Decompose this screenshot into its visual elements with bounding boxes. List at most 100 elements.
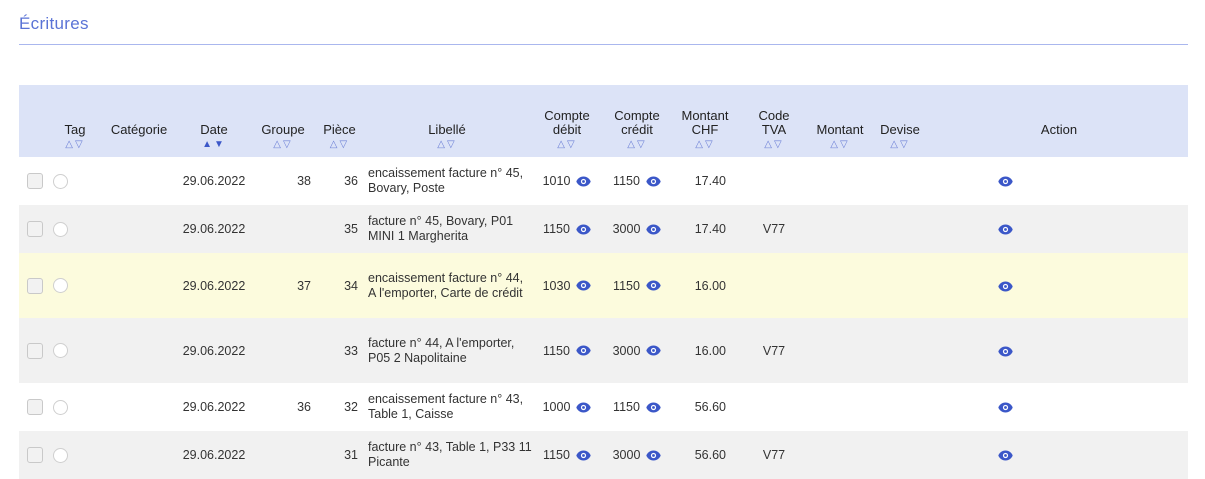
montant-chf-cell: 16.00	[672, 253, 738, 318]
header-piece[interactable]: Pièce △▽	[317, 85, 362, 157]
row-checkbox[interactable]	[27, 399, 43, 415]
montant-cell	[810, 205, 870, 253]
sort-arrows-icon[interactable]: △▽	[51, 140, 99, 150]
header-montant-chf[interactable]: Montant CHF △▽	[672, 85, 738, 157]
row-checkbox[interactable]	[27, 277, 43, 294]
date-cell: 29.06.2022	[179, 253, 249, 318]
categorie-cell	[99, 383, 179, 431]
view-credit-eye-icon[interactable]	[646, 176, 661, 187]
tag-radio[interactable]	[53, 399, 68, 415]
credit-account: 3000	[612, 343, 641, 358]
table-row[interactable]: 29.06.2022 36 32 encaissement facture n°…	[19, 383, 1188, 431]
view-credit-eye-icon[interactable]	[646, 280, 661, 291]
row-checkbox[interactable]	[27, 173, 43, 189]
libelle-cell: facture n° 43, Table 1, P33 11 Picante	[362, 431, 532, 479]
categorie-cell	[99, 205, 179, 253]
header-devise[interactable]: Devise △▽	[870, 85, 930, 157]
devise-cell	[870, 318, 930, 383]
title-divider	[19, 44, 1188, 45]
sort-arrows-icon[interactable]: ▲▼	[179, 140, 249, 150]
view-entry-eye-icon[interactable]	[998, 450, 1013, 461]
debit-account: 1030	[542, 278, 571, 293]
groupe-cell	[249, 431, 317, 479]
header-select	[19, 85, 51, 157]
debit-account: 1010	[542, 174, 571, 188]
view-entry-eye-icon[interactable]	[998, 224, 1013, 235]
header-code-tva[interactable]: Code TVA △▽	[738, 85, 810, 157]
tag-radio[interactable]	[53, 221, 68, 237]
libelle-cell: encaissement facture n° 45, Bovary, Post…	[368, 166, 524, 195]
sort-arrows-icon[interactable]: △▽	[870, 140, 930, 150]
table-row[interactable]: 29.06.2022 31 facture n° 43, Table 1, P3…	[19, 431, 1188, 479]
view-credit-eye-icon[interactable]	[646, 345, 662, 356]
libelle-cell: encaissement facture n° 44, A l'emporter…	[362, 253, 532, 318]
code-tva-cell	[738, 253, 810, 318]
row-checkbox[interactable]	[27, 447, 43, 463]
header-libelle[interactable]: Libellé △▽	[362, 85, 532, 157]
tag-radio[interactable]	[53, 343, 68, 359]
table-row[interactable]: 29.06.2022 37 34 encaissement facture n°…	[19, 253, 1188, 318]
view-debit-eye-icon[interactable]	[576, 280, 592, 291]
header-date[interactable]: Date ▲▼	[179, 85, 249, 157]
view-debit-eye-icon[interactable]	[576, 176, 592, 187]
code-tva-cell	[738, 383, 810, 431]
view-entry-eye-icon[interactable]	[998, 346, 1013, 357]
view-credit-eye-icon[interactable]	[646, 450, 662, 461]
row-checkbox[interactable]	[27, 342, 43, 359]
piece-cell: 31	[317, 431, 362, 479]
piece-cell: 34	[317, 253, 362, 318]
devise-cell	[870, 205, 930, 253]
sort-arrows-icon[interactable]: △▽	[672, 140, 738, 150]
table-row[interactable]: 29.06.2022 35 facture n° 45, Bovary, P01…	[19, 205, 1188, 253]
sort-arrows-icon[interactable]: △▽	[317, 140, 362, 150]
credit-account: 1150	[613, 400, 640, 414]
credit-account: 3000	[612, 448, 641, 462]
tag-radio[interactable]	[53, 173, 68, 189]
table-row[interactable]: 29.06.2022 33 facture n° 44, A l'emporte…	[19, 318, 1188, 383]
header-compte-debit[interactable]: Compte débit △▽	[532, 85, 602, 157]
sort-arrows-icon[interactable]: △▽	[362, 140, 532, 150]
header-groupe[interactable]: Groupe △▽	[249, 85, 317, 157]
code-tva-cell: V77	[738, 431, 810, 479]
header-row: Tag △▽ Catégorie△▽ Date ▲▼ Groupe △▽ Piè…	[19, 85, 1188, 157]
piece-cell: 36	[344, 174, 358, 188]
header-compte-credit[interactable]: Compte crédit △▽	[602, 85, 672, 157]
piece-cell: 32	[344, 400, 358, 414]
debit-account: 1150	[543, 222, 570, 236]
view-debit-eye-icon[interactable]	[576, 402, 592, 413]
code-tva-cell: V77	[738, 205, 810, 253]
libelle-cell: encaissement facture n° 43, Table 1, Cai…	[368, 392, 524, 421]
sort-arrows-icon[interactable]: △▽	[602, 140, 672, 150]
view-debit-eye-icon[interactable]	[576, 224, 591, 235]
table-row[interactable]: 29.06.2022 38 36 encaissement facture n°…	[19, 157, 1188, 205]
code-tva-cell	[738, 157, 810, 205]
devise-cell	[870, 431, 930, 479]
sort-arrows-icon[interactable]: △▽	[810, 140, 870, 150]
view-entry-eye-icon[interactable]	[998, 281, 1013, 292]
date-cell: 29.06.2022	[179, 318, 249, 383]
view-entry-eye-icon[interactable]	[998, 402, 1013, 413]
view-debit-eye-icon[interactable]	[576, 345, 591, 356]
sort-arrows-icon[interactable]: △▽	[249, 140, 317, 150]
tag-radio[interactable]	[53, 278, 68, 294]
categorie-cell	[99, 318, 179, 383]
page-title: Écritures	[19, 14, 89, 33]
credit-account: 3000	[612, 222, 641, 236]
libelle-cell: facture n° 45, Bovary, P01 MINI 1 Marghe…	[362, 205, 532, 253]
view-entry-eye-icon[interactable]	[998, 176, 1013, 187]
header-montant[interactable]: Montant △▽	[810, 85, 870, 157]
categorie-cell	[99, 431, 179, 479]
sort-arrows-icon[interactable]: △▽	[532, 140, 602, 150]
groupe-cell: 36	[297, 400, 311, 414]
view-credit-eye-icon[interactable]	[646, 224, 662, 235]
montant-cell	[810, 157, 870, 205]
piece-cell: 33	[317, 318, 362, 383]
view-credit-eye-icon[interactable]	[646, 402, 661, 413]
row-checkbox[interactable]	[27, 221, 43, 237]
sort-arrows-icon[interactable]: △▽	[738, 140, 810, 150]
header-tag[interactable]: Tag △▽	[51, 85, 99, 157]
groupe-cell	[249, 318, 317, 383]
view-debit-eye-icon[interactable]	[576, 450, 591, 461]
tag-radio[interactable]	[53, 447, 68, 463]
piece-cell: 35	[317, 205, 362, 253]
